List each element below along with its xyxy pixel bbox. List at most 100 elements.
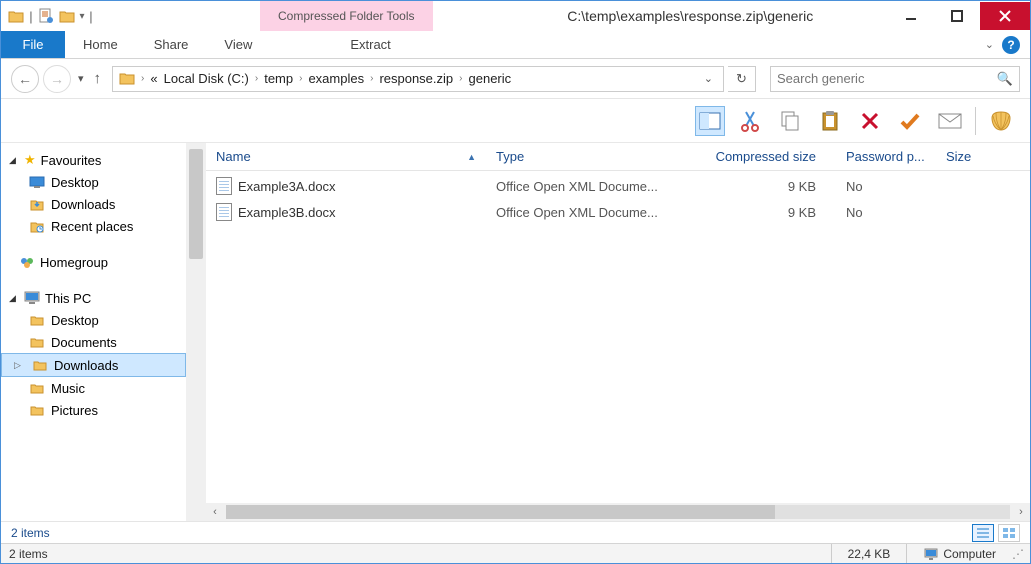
maximize-button[interactable] <box>934 2 980 30</box>
sidebar-item-pictures[interactable]: Pictures <box>1 399 186 421</box>
sidebar-item-label: Downloads <box>51 197 115 212</box>
tab-home[interactable]: Home <box>65 31 136 58</box>
collapse-icon[interactable]: ◢ <box>9 155 19 166</box>
sidebar-item-desktop[interactable]: Desktop <box>1 171 186 193</box>
chevron-right-icon[interactable]: › <box>141 73 144 84</box>
tab-extract[interactable]: Extract <box>332 31 408 58</box>
scrollbar-thumb[interactable] <box>189 149 203 259</box>
file-rows: Example3A.docx Office Open XML Docume...… <box>206 171 1030 503</box>
sidebar-item-label: This PC <box>45 291 91 306</box>
confirm-icon[interactable] <box>895 106 925 136</box>
status-location-label: Computer <box>943 547 996 561</box>
scroll-left-icon[interactable]: ‹ <box>206 506 224 518</box>
sidebar-item-label: Documents <box>51 335 117 350</box>
sidebar-item-label: Music <box>51 381 85 396</box>
sidebar-item-recent[interactable]: Recent places <box>1 215 186 237</box>
sidebar-item-thispc-desktop[interactable]: Desktop <box>1 309 186 331</box>
scrollbar-track[interactable] <box>226 505 1010 519</box>
folder-icon[interactable] <box>7 7 25 25</box>
search-box[interactable]: 🔍 <box>770 66 1020 92</box>
chevron-right-icon[interactable]: › <box>459 73 462 84</box>
address-bar[interactable]: › « Local Disk (C:) › temp › examples › … <box>112 66 724 92</box>
file-tab[interactable]: File <box>1 31 65 58</box>
computer-icon <box>24 290 40 306</box>
resize-grip-icon[interactable]: ⋰ <box>1012 547 1024 561</box>
crumb-zip[interactable]: response.zip <box>379 71 453 86</box>
recent-locations-dropdown[interactable]: ▾ <box>75 72 87 85</box>
sidebar-item-label: Pictures <box>51 403 98 418</box>
expand-icon[interactable]: ▷ <box>14 360 24 371</box>
status-total-size: 22,4 KB <box>831 544 907 563</box>
crumb-examples[interactable]: examples <box>308 71 364 86</box>
file-row[interactable]: Example3A.docx Office Open XML Docume...… <box>206 173 1030 199</box>
folder-icon <box>29 312 45 328</box>
scrollbar-thumb[interactable] <box>226 505 775 519</box>
new-folder-icon[interactable] <box>58 7 76 25</box>
sidebar-scrollbar[interactable] <box>186 143 206 521</box>
tab-view[interactable]: View <box>206 31 270 58</box>
crumb-prefix: « <box>150 71 157 86</box>
search-input[interactable] <box>777 71 997 86</box>
crumb-generic[interactable]: generic <box>469 71 512 86</box>
copy-icon[interactable] <box>775 106 805 136</box>
minimize-button[interactable] <box>888 2 934 30</box>
refresh-button[interactable]: ↻ <box>728 66 756 92</box>
scroll-right-icon[interactable]: › <box>1012 506 1030 518</box>
back-button[interactable]: ← <box>11 65 39 93</box>
file-type: Office Open XML Docume... <box>486 205 686 220</box>
titlebar: | ▾ | Compressed Folder Tools C:\temp\ex… <box>1 1 1030 31</box>
collapse-icon[interactable]: ◢ <box>9 293 19 304</box>
sidebar-item-label: Favourites <box>41 153 102 168</box>
search-icon[interactable]: 🔍 <box>997 71 1013 87</box>
col-label: Size <box>946 149 971 164</box>
col-name[interactable]: Name▲ <box>206 149 486 164</box>
sidebar-homegroup[interactable]: Homegroup <box>1 251 186 273</box>
shell-icon[interactable] <box>986 106 1016 136</box>
folder-icon <box>29 402 45 418</box>
tab-share[interactable]: Share <box>136 31 207 58</box>
up-button[interactable]: ↑ <box>91 70 105 87</box>
cut-icon[interactable] <box>735 106 765 136</box>
crumb-temp[interactable]: temp <box>264 71 293 86</box>
sidebar-item-music[interactable]: Music <box>1 377 186 399</box>
col-label: Name <box>216 149 251 164</box>
mail-icon[interactable] <box>935 106 965 136</box>
col-password[interactable]: Password p... <box>836 149 936 164</box>
ribbon-collapse-icon[interactable]: ⌄ <box>985 38 994 51</box>
col-label: Password p... <box>846 149 925 164</box>
preview-pane-icon[interactable] <box>695 106 725 136</box>
star-icon: ★ <box>24 152 36 168</box>
forward-button[interactable]: → <box>43 65 71 93</box>
desktop-icon <box>29 174 45 190</box>
document-icon <box>216 177 232 195</box>
details-bar: 2 items <box>1 521 1030 543</box>
help-icon[interactable]: ? <box>1002 36 1020 54</box>
close-button[interactable] <box>980 2 1030 30</box>
properties-icon[interactable] <box>37 7 55 25</box>
chevron-right-icon[interactable]: › <box>299 73 302 84</box>
qat-dropdown[interactable]: ▾ <box>79 11 85 22</box>
paste-icon[interactable] <box>815 106 845 136</box>
file-row[interactable]: Example3B.docx Office Open XML Docume...… <box>206 199 1030 225</box>
horizontal-scrollbar[interactable]: ‹ › <box>206 503 1030 521</box>
main-area: ◢ ★ Favourites Desktop Downloads Recent … <box>1 143 1030 521</box>
folder-icon <box>29 334 45 350</box>
sidebar-item-downloads[interactable]: Downloads <box>1 193 186 215</box>
details-view-button[interactable] <box>972 524 994 542</box>
icons-view-button[interactable] <box>998 524 1020 542</box>
col-size[interactable]: Size <box>936 149 986 164</box>
downloads-icon <box>29 196 45 212</box>
sidebar-thispc[interactable]: ◢ This PC <box>1 287 186 309</box>
chevron-right-icon[interactable]: › <box>370 73 373 84</box>
sidebar-favourites[interactable]: ◢ ★ Favourites <box>1 149 186 171</box>
delete-icon[interactable] <box>855 106 885 136</box>
col-type[interactable]: Type <box>486 149 686 164</box>
col-compressed-size[interactable]: Compressed size <box>686 149 836 164</box>
address-dropdown[interactable]: ⌄ <box>704 72 717 85</box>
column-headers: Name▲ Type Compressed size Password p...… <box>206 143 1030 171</box>
crumb-drive[interactable]: Local Disk (C:) <box>164 71 249 86</box>
sidebar-item-downloads-pc[interactable]: ▷Downloads <box>1 353 186 377</box>
sidebar-item-documents[interactable]: Documents <box>1 331 186 353</box>
chevron-right-icon[interactable]: › <box>255 73 258 84</box>
computer-icon <box>923 546 939 562</box>
